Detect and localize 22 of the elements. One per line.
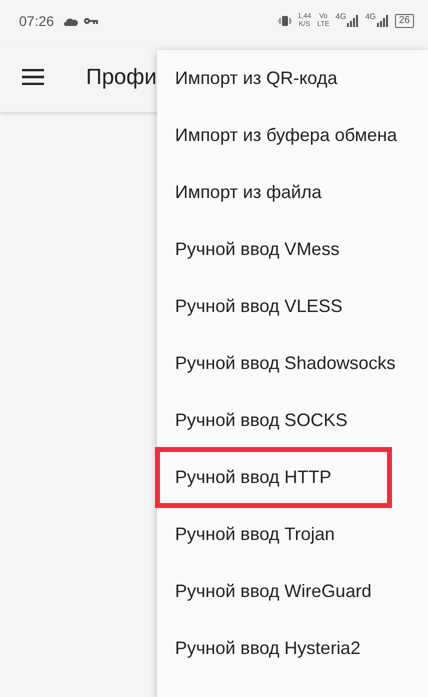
status-time: 07:26 (19, 13, 54, 29)
menu-item[interactable]: Ручной ввод SOCKS (157, 392, 428, 449)
menu-item[interactable]: Ручной ввод HTTP (157, 449, 390, 506)
key-icon (84, 17, 98, 25)
menu-item[interactable]: Импорт из QR-кода (157, 50, 428, 107)
cloud-icon (64, 16, 78, 26)
menu-item[interactable]: Ручной ввод WireGuard (157, 563, 428, 620)
menu-item[interactable]: Импорт из буфера обмена (157, 107, 428, 164)
signal-icon (347, 15, 360, 27)
network-label: 4G (336, 12, 346, 21)
menu-item[interactable]: Импорт из файла (157, 164, 428, 221)
network-label: 4G (365, 12, 376, 21)
menu-item[interactable]: Ручной ввод Shadowsocks (157, 335, 428, 392)
menu-icon[interactable] (22, 69, 44, 85)
signal-icon (376, 15, 389, 27)
menu-item[interactable]: Ручной ввод Trojan (157, 506, 428, 563)
menu-item[interactable]: Ручной ввод VMess (157, 221, 428, 278)
battery-level: 26 (394, 14, 414, 28)
menu-item[interactable]: Ручной ввод Hysteria2 (157, 620, 428, 677)
menu-item[interactable]: Ручной ввод VLESS (157, 278, 428, 335)
vibrate-icon (278, 15, 292, 27)
toolbar-title: Профи (86, 64, 157, 90)
